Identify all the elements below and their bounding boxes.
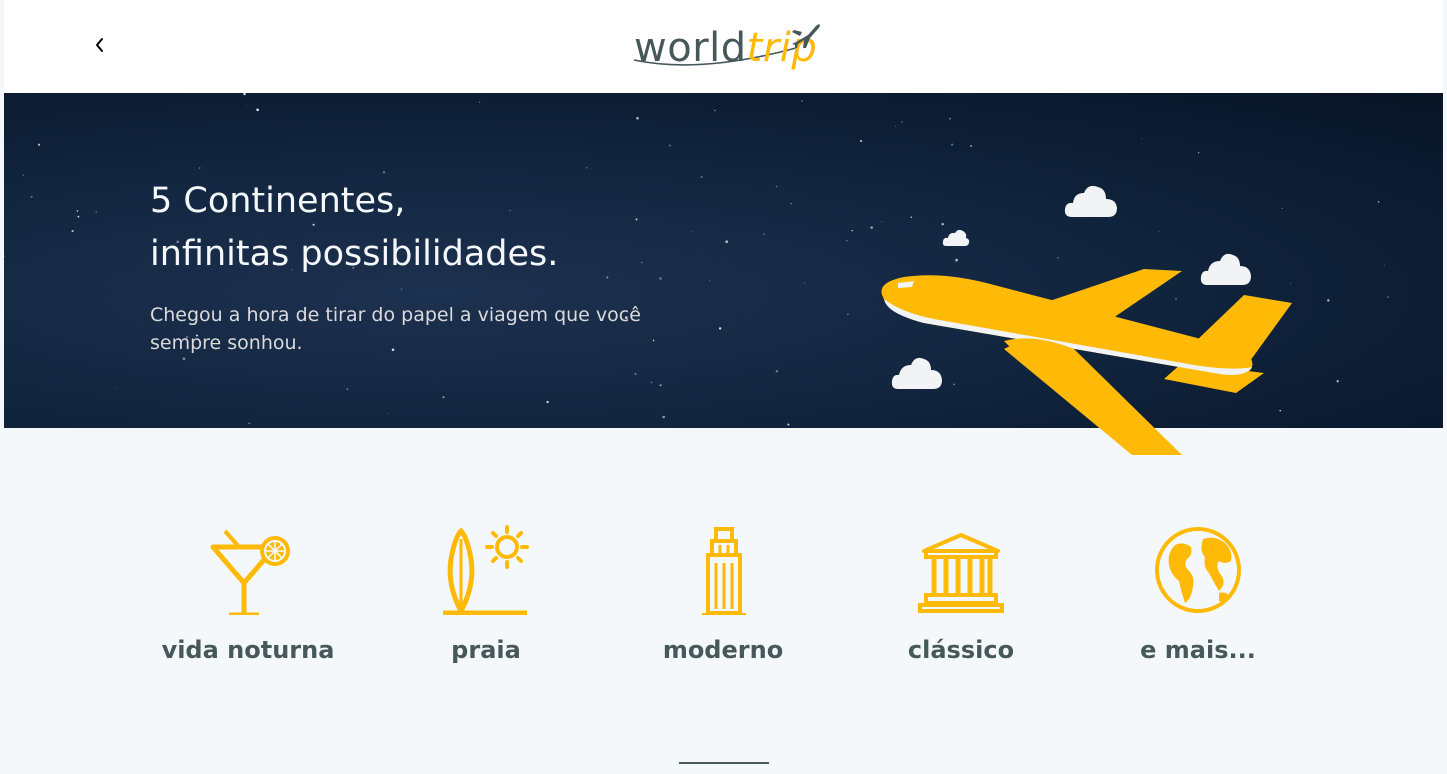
star	[114, 387, 116, 389]
star	[860, 139, 863, 143]
star	[669, 144, 671, 147]
star	[1197, 152, 1200, 154]
globe-icon	[1155, 527, 1241, 613]
travel-type-moderno[interactable]: moderno	[613, 520, 833, 680]
star	[1384, 264, 1386, 266]
banner-title-line2: infinitas possibilidades.	[150, 234, 559, 274]
star	[382, 171, 386, 174]
star	[479, 101, 481, 103]
star	[606, 276, 609, 279]
star	[1327, 299, 1330, 302]
travel-type-classico[interactable]: clássico	[851, 520, 1071, 680]
star	[22, 174, 24, 176]
hero-banner: 5 Continentes, infinitas possibilidades.…	[4, 93, 1443, 455]
star	[30, 195, 33, 198]
section-divider	[679, 762, 769, 764]
star	[775, 370, 779, 373]
banner-subtitle: Chegou a hora de tirar do papel a viagem…	[150, 304, 641, 354]
star	[401, 288, 403, 290]
travel-type-praia[interactable]: praia	[376, 520, 596, 680]
star	[4, 255, 6, 258]
star	[641, 262, 643, 264]
travel-type-label: vida noturna	[161, 636, 335, 664]
star	[846, 240, 848, 242]
star	[775, 185, 778, 188]
star	[901, 121, 903, 123]
star	[77, 215, 80, 218]
star	[691, 231, 693, 233]
star	[851, 229, 853, 232]
cocktail-icon	[210, 529, 290, 615]
star	[709, 280, 711, 282]
travel-types: vida noturna praia moderno clássico e ma…	[0, 520, 1447, 680]
star	[442, 396, 445, 399]
airplane-illustration	[881, 269, 1292, 455]
star	[847, 313, 849, 316]
star	[650, 381, 653, 384]
star	[198, 167, 201, 169]
back-button[interactable]	[88, 33, 112, 57]
logo-world: world	[634, 25, 747, 71]
star	[585, 167, 588, 169]
travel-type-label: clássico	[907, 636, 1015, 664]
star	[256, 108, 259, 112]
star	[801, 100, 803, 102]
star	[37, 143, 41, 146]
star	[636, 116, 639, 120]
travel-type-e-mais[interactable]: e mais...	[1088, 520, 1308, 680]
star	[95, 211, 97, 213]
star	[387, 412, 389, 414]
airplane-icon	[792, 24, 820, 48]
star	[248, 422, 251, 425]
banner-title: 5 Continentes, infinitas possibilidades.	[150, 175, 558, 281]
star	[546, 400, 549, 404]
star	[634, 373, 637, 375]
star	[725, 240, 728, 243]
star	[1387, 296, 1389, 298]
star	[1141, 138, 1143, 140]
travel-type-label: moderno	[662, 636, 784, 664]
star	[718, 327, 722, 330]
star	[659, 277, 662, 280]
star	[246, 105, 248, 106]
travel-type-vida-noturna[interactable]: vida noturna	[138, 520, 358, 680]
star	[787, 423, 790, 426]
star	[243, 93, 246, 96]
star	[1336, 380, 1339, 383]
star	[346, 388, 349, 391]
star	[662, 415, 665, 419]
travel-type-label: e mais...	[1140, 636, 1256, 664]
star	[763, 233, 765, 235]
museum-icon	[918, 533, 1004, 613]
star	[804, 282, 806, 284]
star	[635, 218, 638, 221]
star	[970, 144, 972, 147]
star	[714, 109, 716, 112]
star	[949, 117, 951, 120]
star	[700, 176, 703, 178]
banner-title-line1: 5 Continentes,	[150, 181, 406, 221]
star	[1377, 201, 1380, 203]
page: worldtrip 5 Continentes, infinitas possi…	[0, 0, 1447, 774]
star	[659, 384, 662, 387]
chevron-left-icon	[96, 38, 103, 52]
star	[951, 143, 954, 146]
skyscraper-icon	[702, 527, 746, 615]
travel-type-label: praia	[451, 636, 521, 664]
star	[182, 357, 186, 361]
logo[interactable]: worldtrip	[630, 18, 826, 72]
star	[895, 125, 897, 127]
star	[790, 203, 792, 205]
star	[71, 230, 74, 233]
surfboard-sun-icon	[443, 525, 529, 615]
star	[76, 210, 79, 212]
header: worldtrip	[4, 0, 1443, 93]
